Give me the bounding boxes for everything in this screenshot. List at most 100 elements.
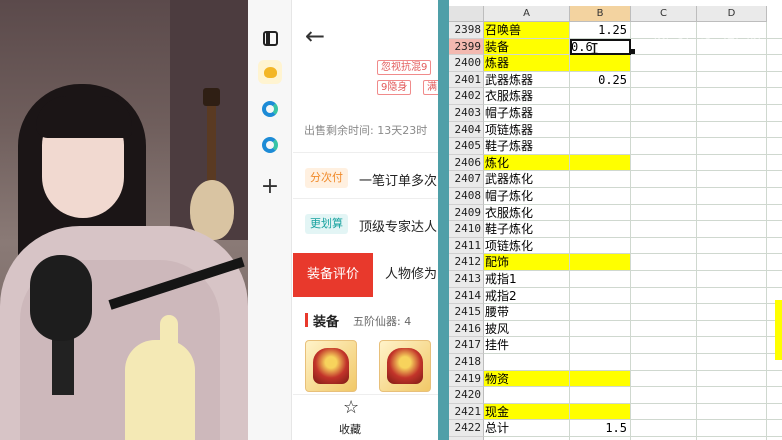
cell-a[interactable]: 武器炼化 [484, 171, 570, 188]
cell-e[interactable] [767, 39, 782, 56]
installment-text[interactable]: 一笔订单多次 [359, 170, 437, 189]
cell-c[interactable] [631, 55, 697, 72]
cell-a[interactable]: 物资 [484, 370, 570, 388]
column-header-d[interactable]: D [697, 6, 767, 22]
cell-a[interactable]: 戒指2 [484, 287, 570, 305]
cell-b[interactable] [570, 55, 631, 72]
cell-a[interactable]: 现金 [484, 403, 570, 421]
row-header[interactable]: 2406 [449, 154, 484, 172]
cell-c[interactable] [631, 370, 697, 388]
cell-d[interactable] [697, 105, 767, 122]
row-header[interactable]: 2404 [449, 121, 484, 139]
cell-d[interactable] [697, 403, 767, 421]
cell-b[interactable]: 1.5 [570, 420, 631, 437]
row-header[interactable]: 2418 [449, 354, 484, 371]
cell-b[interactable] [570, 337, 631, 354]
cell-b[interactable] [570, 154, 631, 172]
cell-c[interactable] [631, 121, 697, 139]
cell-d[interactable] [697, 254, 767, 271]
cell-a[interactable]: 戒指1 [484, 271, 570, 288]
cell-b[interactable]: 1.25 [570, 22, 631, 39]
cell-e[interactable] [767, 205, 782, 222]
cell-c[interactable] [631, 420, 697, 437]
cell-d[interactable] [697, 320, 767, 338]
cell-a[interactable]: 配饰 [484, 254, 570, 271]
cell-b[interactable] [570, 105, 631, 122]
column-header-b[interactable]: B [570, 6, 631, 22]
cell-d[interactable] [697, 354, 767, 371]
cell-d[interactable] [697, 154, 767, 172]
row-header[interactable]: 2413 [449, 271, 484, 288]
cell-d[interactable] [697, 237, 767, 255]
row-header[interactable]: 2411 [449, 237, 484, 255]
column-header-a[interactable]: A [484, 6, 570, 22]
cell-c[interactable] [631, 71, 697, 89]
cell-a[interactable]: 衣服炼器 [484, 88, 570, 105]
cell-c[interactable] [631, 337, 697, 354]
cell-c[interactable] [631, 88, 697, 105]
cell-b[interactable] [570, 304, 631, 321]
column-header-c[interactable]: C [631, 6, 697, 22]
cell-d[interactable] [697, 287, 767, 305]
row-header[interactable]: 2398 [449, 22, 484, 39]
row-header[interactable]: 2416 [449, 320, 484, 338]
row-header[interactable]: 2421 [449, 403, 484, 421]
cell-c[interactable] [631, 105, 697, 122]
back-arrow-icon[interactable]: ← [305, 22, 325, 50]
cell-c[interactable] [631, 254, 697, 271]
row-header[interactable]: 2401 [449, 71, 484, 89]
row-header[interactable]: 2419 [449, 370, 484, 388]
row-header[interactable]: 2420 [449, 387, 484, 404]
row-header[interactable]: 2415 [449, 304, 484, 321]
cell-d[interactable] [697, 188, 767, 205]
cell-b[interactable] [570, 204, 631, 222]
cell-b[interactable] [570, 370, 631, 388]
cell-e[interactable] [767, 271, 782, 288]
cell-b[interactable] [570, 254, 631, 271]
tab-equipment-review[interactable]: 装备评价 [293, 253, 373, 297]
cell-a[interactable]: 挂件 [484, 337, 570, 354]
cell-c[interactable] [631, 237, 697, 255]
cell-a[interactable] [484, 387, 570, 404]
row-header[interactable]: 2417 [449, 337, 484, 354]
cell-d[interactable] [697, 337, 767, 354]
cell-b[interactable] [570, 121, 631, 139]
cell-d[interactable] [697, 387, 767, 404]
row-header[interactable]: 2410 [449, 221, 484, 238]
cell-a[interactable]: 装备 [484, 38, 570, 56]
cell-a[interactable]: 鞋子炼器 [484, 138, 570, 155]
cell-c[interactable] [631, 271, 697, 288]
row-header[interactable]: 2422 [449, 420, 484, 437]
deal-text[interactable]: 顶级专家达人 [359, 216, 437, 235]
cell-e[interactable] [767, 188, 782, 205]
cell-a[interactable]: 披风 [484, 320, 570, 338]
cell-c[interactable] [631, 221, 697, 238]
cell-c[interactable] [631, 188, 697, 205]
cell-a[interactable]: 项链炼器 [484, 121, 570, 139]
cell-d[interactable] [697, 370, 767, 388]
cell-b[interactable] [570, 320, 631, 338]
cell-a[interactable]: 腰带 [484, 304, 570, 321]
cell-e[interactable] [767, 371, 782, 388]
cell-a[interactable]: 总计 [484, 420, 570, 437]
cell-b[interactable] [570, 88, 631, 105]
cell-d[interactable] [697, 420, 767, 437]
edge-icon[interactable] [258, 97, 282, 121]
cell-e[interactable] [767, 22, 782, 39]
row-header[interactable]: 2403 [449, 105, 484, 122]
cell-e[interactable] [767, 122, 782, 139]
plus-icon[interactable]: + [258, 174, 282, 199]
cell-b[interactable] [570, 287, 631, 305]
cell-a[interactable] [484, 354, 570, 371]
select-all-corner[interactable] [449, 6, 484, 22]
cell-b[interactable] [570, 354, 631, 371]
cell-e[interactable] [767, 105, 782, 122]
cell-b[interactable] [570, 271, 631, 288]
row-header[interactable]: 2407 [449, 171, 484, 188]
bird-icon[interactable] [258, 60, 282, 84]
cell-c[interactable] [631, 387, 697, 404]
cell-a[interactable]: 炼化 [484, 154, 570, 172]
cell-b[interactable] [570, 221, 631, 238]
cell-c[interactable] [631, 354, 697, 371]
cell-b[interactable]: 0.25 [570, 71, 631, 89]
